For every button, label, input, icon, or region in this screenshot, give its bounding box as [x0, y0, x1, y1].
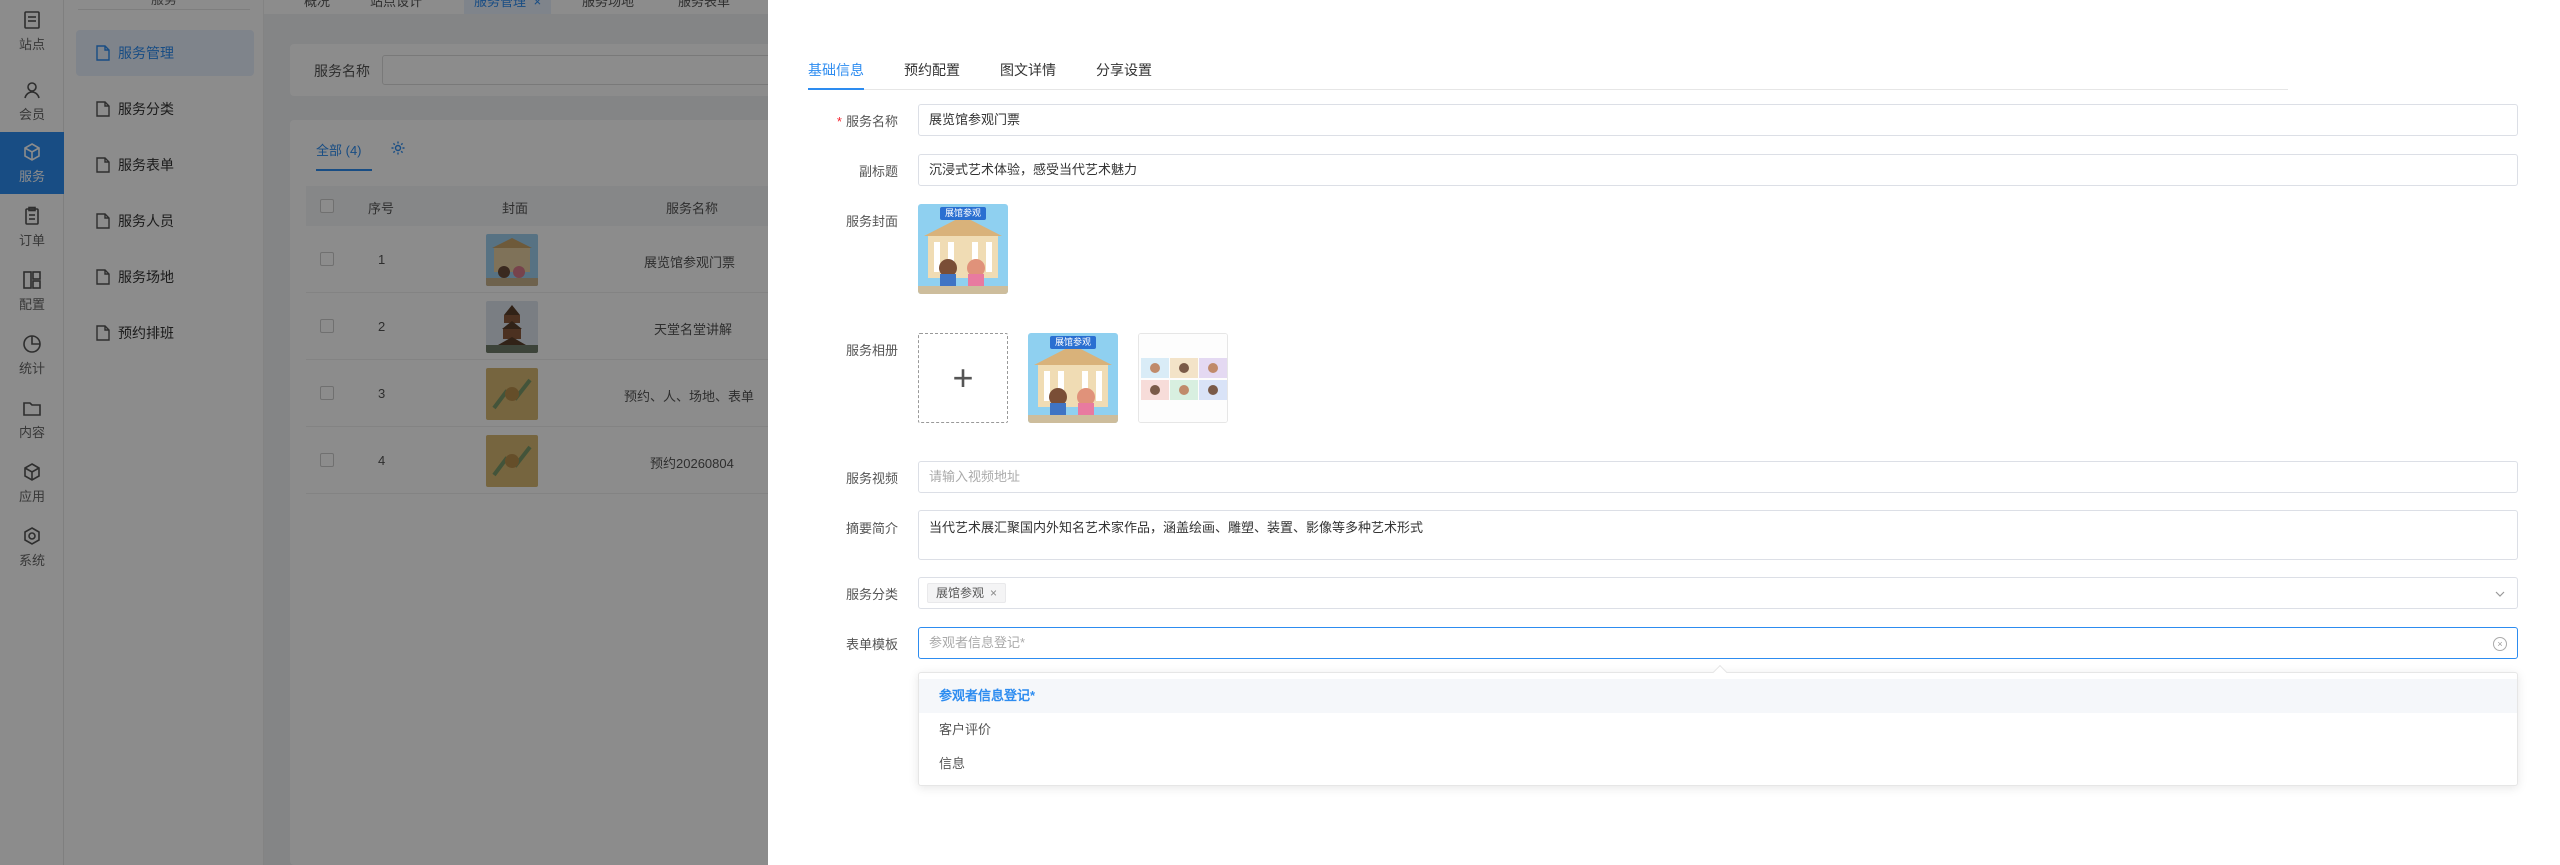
category-tag: 展馆参观 ×: [927, 583, 1007, 603]
dropdown-option[interactable]: 信息: [919, 747, 2517, 781]
comic-album-illustration: [1139, 334, 1227, 422]
tab-share-settings[interactable]: 分享设置: [1096, 60, 1152, 80]
service-name-input[interactable]: 展览馆参观门票: [918, 104, 2518, 136]
album-image[interactable]: 展馆参观: [1028, 333, 1118, 423]
subtitle-label: 副标题: [858, 164, 898, 179]
tab-basic-info[interactable]: 基础信息: [808, 60, 864, 80]
cover-label: 服务封面: [845, 214, 898, 229]
plus-icon: +: [952, 357, 974, 398]
album-image[interactable]: [1138, 333, 1228, 423]
chevron-down-icon: [2495, 591, 2505, 597]
label-text: 服务名称: [845, 114, 898, 129]
name-label: * 服务名称: [768, 111, 898, 130]
cover-badge: 展馆参观: [940, 207, 986, 220]
summary-textarea[interactable]: 当代艺术展汇聚国内外知名艺术家作品，涵盖绘画、雕塑、装置、影像等多种艺术形式: [918, 510, 2518, 560]
tag-text: 展馆参观: [936, 586, 985, 600]
cover-image[interactable]: 展馆参观: [918, 204, 1008, 294]
required-mark: *: [836, 114, 842, 129]
tab-rich-detail[interactable]: 图文详情: [1000, 60, 1056, 80]
dropdown-arrow: [1712, 664, 1728, 680]
category-select[interactable]: 展馆参观 ×: [918, 577, 2518, 609]
album-label: 服务相册: [845, 343, 898, 358]
form-template-select[interactable]: 参观者信息登记* ×: [918, 627, 2518, 659]
video-label: 服务视频: [845, 471, 898, 486]
subtitle-input[interactable]: 沉浸式艺术体验，感受当代艺术魅力: [918, 154, 2518, 186]
service-edit-drawer: 基础信息 预约配置 图文详情 分享设置 * 服务名称 展览馆参观门票 副标题 沉浸…: [768, 0, 2560, 865]
close-icon[interactable]: ×: [990, 586, 997, 600]
dropdown-option[interactable]: 客户评价: [919, 713, 2517, 747]
album-badge: 展馆参观: [1050, 336, 1096, 349]
clear-icon[interactable]: ×: [2493, 637, 2507, 651]
form-template-placeholder: 参观者信息登记*: [929, 635, 1026, 650]
dropdown-option[interactable]: 参观者信息登记*: [919, 679, 2517, 713]
active-tab-indicator: [808, 88, 864, 90]
drawer-tabs: 基础信息 预约配置 图文详情 分享设置: [808, 58, 2288, 90]
tab-booking-config[interactable]: 预约配置: [904, 60, 960, 80]
summary-label: 摘要简介: [845, 521, 898, 536]
category-label: 服务分类: [845, 587, 898, 602]
video-url-input[interactable]: 请输入视频地址: [918, 461, 2518, 493]
album-upload-button[interactable]: +: [918, 333, 1008, 423]
form-template-dropdown: 参观者信息登记* 客户评价 信息: [918, 664, 2518, 786]
form-template-label: 表单模板: [845, 637, 898, 652]
